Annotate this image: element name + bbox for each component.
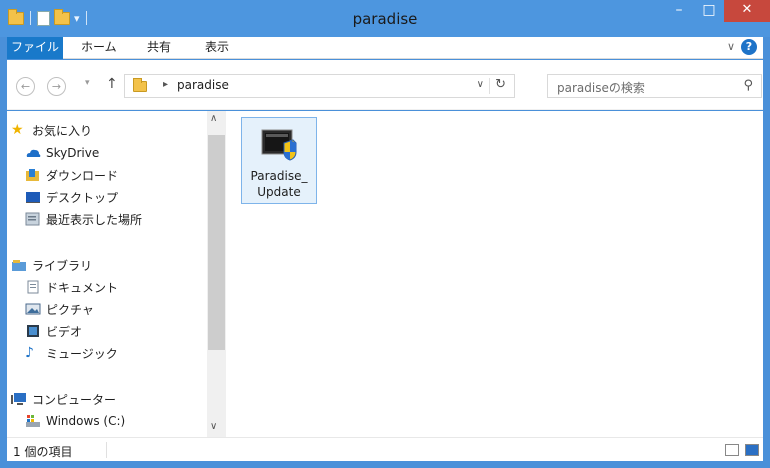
item-count: 1 個の項目 xyxy=(13,445,73,459)
address-history-chevron-icon[interactable]: ∨ xyxy=(477,79,484,90)
file-name: Paradise_ Update xyxy=(242,168,316,200)
tab-share[interactable]: 共有 xyxy=(137,37,181,59)
nav-label: ビデオ xyxy=(46,324,83,339)
minimize-button[interactable]: – xyxy=(664,0,694,22)
nav-item-desktop[interactable]: デスクトップ xyxy=(25,186,118,208)
details-view-icon[interactable] xyxy=(725,444,739,456)
help-icon[interactable]: ? xyxy=(741,39,757,55)
file-list-pane[interactable]: Paradise_ Update xyxy=(226,111,763,437)
music-icon: ♪ xyxy=(25,345,34,361)
nav-item-drive-c[interactable]: Windows (C:) xyxy=(25,410,125,432)
search-input[interactable]: paradiseの検索 ⚲ xyxy=(547,74,762,98)
expand-ribbon-chevron-icon[interactable]: ∨ xyxy=(727,40,735,53)
star-icon: ★ xyxy=(11,122,24,138)
nav-computer[interactable]: コンピューター xyxy=(11,388,116,410)
installer-shield-icon xyxy=(261,129,297,161)
close-button[interactable]: ✕ xyxy=(724,0,770,22)
explorer-window: ▾ paradise – □ ✕ ファイル ホーム 共有 表示 ∨ ? ← → … xyxy=(0,0,770,468)
address-bar[interactable]: ▸ paradise ∨ ↻ xyxy=(124,74,515,98)
window-controls: – □ ✕ xyxy=(664,0,770,24)
nav-label: デスクトップ xyxy=(46,190,119,205)
pictures-icon xyxy=(25,302,41,316)
navigation-pane: ★ お気に入り SkyDrive ダウンロード デスクトップ 最近表示した場所 … xyxy=(7,111,226,437)
nav-label: ピクチャ xyxy=(46,302,94,317)
nav-item-documents[interactable]: ドキュメント xyxy=(25,276,118,298)
nav-label: コンピューター xyxy=(32,392,117,407)
maximize-button[interactable]: □ xyxy=(694,0,724,22)
scroll-down-icon[interactable]: ∨ xyxy=(210,421,217,432)
tab-home[interactable]: ホーム xyxy=(71,37,127,59)
separator xyxy=(106,442,107,458)
recent-places-icon xyxy=(25,212,41,226)
folder-icon xyxy=(133,78,147,92)
up-button[interactable]: ↑ xyxy=(106,76,118,92)
forward-button[interactable]: → xyxy=(47,77,66,96)
nav-label: お気に入り xyxy=(32,123,93,138)
file-name-text: Paradise_ Update xyxy=(250,169,308,199)
ribbon-tabs: ファイル ホーム 共有 表示 ∨ ? xyxy=(7,37,763,59)
breadcrumb-item[interactable]: paradise xyxy=(177,78,229,92)
nav-item-downloads[interactable]: ダウンロード xyxy=(25,164,118,186)
nav-label: 最近表示した場所 xyxy=(46,212,143,227)
window-title: paradise xyxy=(352,10,418,28)
nav-item-music[interactable]: ♪ ミュージック xyxy=(25,342,118,364)
tab-file[interactable]: ファイル xyxy=(7,37,63,59)
refresh-button[interactable]: ↻ xyxy=(495,77,506,92)
back-button[interactable]: ← xyxy=(16,77,35,96)
breadcrumb-chevron-icon[interactable]: ▸ xyxy=(163,79,168,90)
file-item[interactable]: Paradise_ Update xyxy=(241,117,317,204)
nav-libraries[interactable]: ライブラリ xyxy=(11,254,92,276)
nav-label: ライブラリ xyxy=(32,258,93,273)
nav-item-recent-places[interactable]: 最近表示した場所 xyxy=(25,208,142,230)
nav-label: SkyDrive xyxy=(46,146,100,160)
search-icon[interactable]: ⚲ xyxy=(743,78,753,93)
large-icons-view-icon[interactable] xyxy=(745,444,759,456)
separator xyxy=(489,78,490,94)
documents-icon xyxy=(25,280,41,294)
nav-label: Windows (C:) xyxy=(46,414,126,428)
nav-label: ミュージック xyxy=(46,346,118,361)
skydrive-icon xyxy=(25,146,41,160)
nav-favorites[interactable]: ★ お気に入り xyxy=(11,119,92,141)
status-bar: 1 個の項目 xyxy=(7,437,763,461)
title-bar[interactable]: ▾ paradise – □ ✕ xyxy=(0,0,770,37)
nav-label: ダウンロード xyxy=(46,168,119,183)
nav-item-skydrive[interactable]: SkyDrive xyxy=(25,142,99,164)
scroll-up-icon[interactable]: ∧ xyxy=(210,113,217,124)
nav-scrollbar-thumb[interactable] xyxy=(208,135,225,350)
tab-view[interactable]: 表示 xyxy=(195,37,239,59)
recent-locations-chevron-icon[interactable]: ▾ xyxy=(85,78,90,88)
drive-icon xyxy=(25,414,41,428)
nav-label: ドキュメント xyxy=(46,280,119,295)
desktop-icon xyxy=(25,190,41,204)
videos-icon xyxy=(25,324,41,338)
computer-icon xyxy=(11,392,27,406)
library-icon xyxy=(11,258,27,272)
nav-item-pictures[interactable]: ピクチャ xyxy=(25,298,94,320)
downloads-folder-icon xyxy=(25,168,41,182)
search-placeholder: paradiseの検索 xyxy=(557,81,645,95)
address-row: ← → ▾ ↑ ▸ paradise ∨ ↻ paradiseの検索 ⚲ xyxy=(7,60,763,110)
nav-item-videos[interactable]: ビデオ xyxy=(25,320,82,342)
